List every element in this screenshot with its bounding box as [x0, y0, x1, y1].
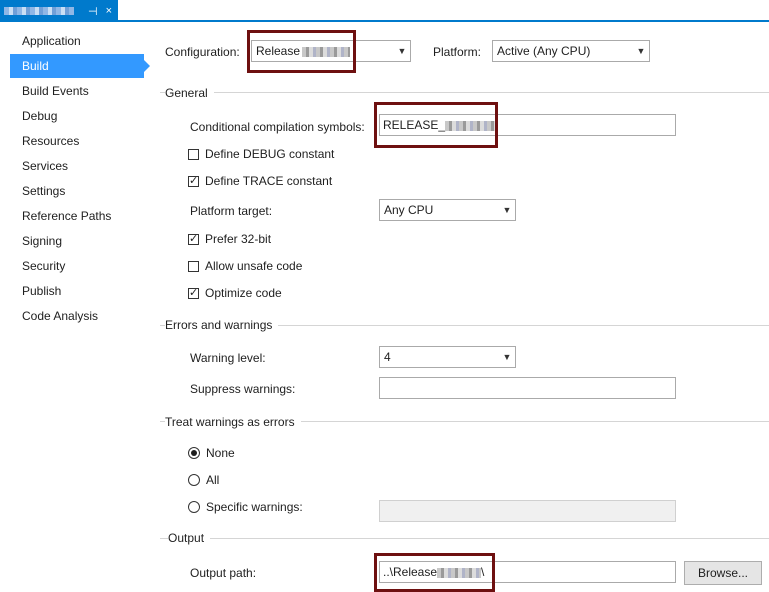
radio-specific[interactable]: Specific warnings:: [188, 500, 303, 514]
document-tab[interactable]: ⊣ ×: [0, 0, 118, 22]
sidebar-item-security[interactable]: Security: [10, 254, 144, 278]
suppress-warnings-label: Suppress warnings:: [190, 382, 296, 396]
output-path-label: Output path:: [190, 566, 257, 580]
platform-target-value: Any CPU: [384, 203, 434, 217]
prefer-32bit-checkbox[interactable]: ✓ Prefer 32-bit: [188, 232, 271, 246]
group-title-errors: Errors and warnings: [165, 318, 279, 332]
browse-button[interactable]: Browse...: [684, 561, 762, 585]
sidebar-item-build[interactable]: Build: [10, 54, 144, 78]
sidebar-item-publish[interactable]: Publish: [10, 279, 144, 303]
chevron-down-icon: ▼: [502, 352, 512, 362]
pin-icon[interactable]: ⊣: [88, 5, 98, 18]
platform-target-select[interactable]: Any CPU ▼: [379, 199, 516, 221]
platform-target-label: Platform target:: [190, 204, 273, 218]
optimize-code-checkbox[interactable]: ✓ Optimize code: [188, 286, 282, 300]
radio-all-label: All: [206, 473, 220, 487]
define-trace-label: Define TRACE constant: [205, 174, 333, 188]
specific-warnings-input: [379, 500, 676, 522]
highlight-box-configuration: [247, 30, 356, 73]
group-separator: [160, 538, 769, 539]
sidebar-item-build-events[interactable]: Build Events: [10, 79, 144, 103]
define-debug-label: Define DEBUG constant: [205, 147, 335, 161]
platform-select[interactable]: Active (Any CPU) ▼: [492, 40, 650, 62]
platform-label: Platform:: [433, 45, 482, 59]
sidebar-item-signing[interactable]: Signing: [10, 229, 144, 253]
group-title-general: General: [165, 86, 214, 100]
group-title-treat-warnings: Treat warnings as errors: [165, 415, 301, 429]
radio-icon: [188, 474, 200, 486]
group-title-output: Output: [168, 531, 211, 545]
allow-unsafe-label: Allow unsafe code: [205, 259, 303, 273]
configuration-label: Configuration:: [165, 45, 240, 59]
allow-unsafe-checkbox[interactable]: Allow unsafe code: [188, 259, 302, 273]
sidebar-item-reference-paths[interactable]: Reference Paths: [10, 204, 144, 228]
radio-all[interactable]: All: [188, 473, 219, 487]
prefer-32bit-label: Prefer 32-bit: [205, 232, 272, 246]
redacted-tab-title: [4, 7, 74, 15]
radio-none-label: None: [206, 446, 235, 460]
warning-level-select[interactable]: 4 ▼: [379, 346, 516, 368]
chevron-down-icon: ▼: [397, 46, 407, 56]
radio-selected-icon: [188, 447, 200, 459]
radio-icon: [188, 501, 200, 513]
chevron-down-icon: ▼: [636, 46, 646, 56]
radio-none[interactable]: None: [188, 446, 235, 460]
sidebar-item-resources[interactable]: Resources: [10, 129, 144, 153]
platform-value: Active (Any CPU): [497, 44, 591, 58]
group-separator: [160, 92, 769, 93]
sidebar-item-settings[interactable]: Settings: [10, 179, 144, 203]
selection-arrow: [144, 60, 150, 72]
radio-specific-label: Specific warnings:: [206, 500, 303, 514]
checkmark-icon: ✓: [188, 286, 199, 299]
checkbox-box: [188, 148, 199, 160]
chevron-down-icon: ▼: [502, 205, 512, 215]
highlight-box-output-path: [374, 553, 495, 592]
checkbox-box: [188, 260, 199, 272]
suppress-warnings-input[interactable]: [379, 377, 676, 399]
sidebar-item-code-analysis[interactable]: Code Analysis: [10, 304, 144, 328]
warning-level-label: Warning level:: [190, 351, 266, 365]
highlight-box-symbols: [374, 102, 498, 148]
sidebar-item-application[interactable]: Application: [10, 29, 144, 53]
symbols-label: Conditional compilation symbols:: [190, 120, 365, 134]
sidebar-item-services[interactable]: Services: [10, 154, 144, 178]
optimize-code-label: Optimize code: [205, 286, 282, 300]
define-debug-checkbox[interactable]: Define DEBUG constant: [188, 147, 334, 161]
close-icon[interactable]: ×: [106, 5, 112, 18]
warning-level-value: 4: [384, 350, 391, 364]
sidebar-item-debug[interactable]: Debug: [10, 104, 144, 128]
checkmark-icon: ✓: [188, 174, 199, 187]
checkmark-icon: ✓: [188, 232, 199, 245]
define-trace-checkbox[interactable]: ✓ Define TRACE constant: [188, 174, 332, 188]
